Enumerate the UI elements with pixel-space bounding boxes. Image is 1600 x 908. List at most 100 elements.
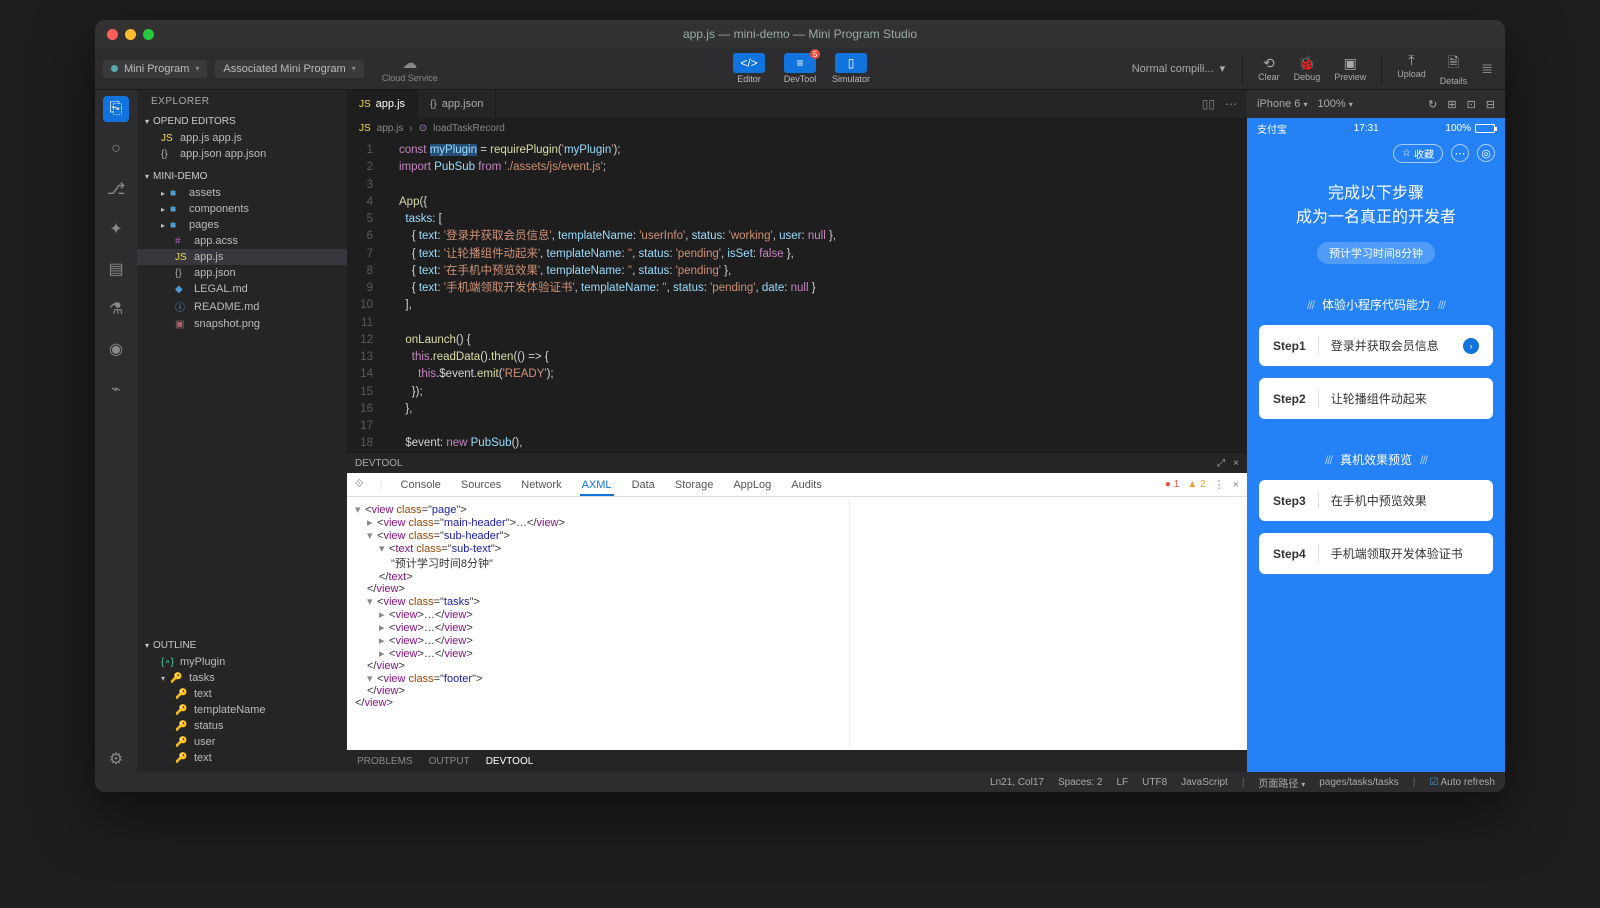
explorer-activity[interactable]: ⎘	[103, 96, 129, 122]
maximize-icon[interactable]: ⤢	[1217, 458, 1225, 469]
device-dropdown[interactable]: iPhone 6 ▾	[1257, 98, 1308, 110]
open-editors-header[interactable]: ▾ OPEND EDITORS	[137, 113, 347, 130]
dtab-storage[interactable]: Storage	[673, 479, 716, 491]
dtab-applog[interactable]: AppLog	[731, 479, 773, 491]
outline-header[interactable]: ▾ OUTLINE	[137, 637, 347, 654]
upload-button[interactable]: ⤒Upload	[1391, 52, 1432, 86]
phone-content: 完成以下步骤 成为一名真正的开发者 预计学习时间8分钟 体验小程序代码能力 St…	[1247, 168, 1505, 772]
folder-pages[interactable]: ▸■pages	[137, 217, 347, 233]
info-icon: ⓘ	[175, 299, 189, 314]
outline-item[interactable]: 🔑text	[137, 686, 347, 702]
settings-icon[interactable]: ⊡	[1467, 98, 1476, 111]
simulator-mode-button[interactable]: ▯ Simulator	[827, 53, 875, 84]
outline-item[interactable]: {∘}myPlugin	[137, 654, 347, 670]
close-window[interactable]	[107, 29, 118, 40]
folder-components[interactable]: ▸■components	[137, 201, 347, 217]
folder-assets[interactable]: ▸■assets	[137, 185, 347, 201]
bracket-activity[interactable]: ⌁	[103, 376, 129, 402]
close-icon[interactable]: ×	[1233, 479, 1239, 491]
file-app-js[interactable]: JSapp.js	[137, 249, 347, 265]
editor-mode-button[interactable]: </> Editor	[725, 53, 773, 84]
open-editor-item[interactable]: JSapp.js app.js	[137, 130, 347, 146]
step-card-2[interactable]: Step2 让轮播组件动起来	[1259, 378, 1493, 419]
outline-item[interactable]: ▾🔑tasks	[137, 670, 347, 686]
outline-item[interactable]: 🔑text	[137, 750, 347, 766]
file-app-json[interactable]: {}app.json	[137, 265, 347, 281]
more-button[interactable]: ⋯	[1451, 144, 1469, 162]
more-icon[interactable]: ⋯	[1225, 97, 1237, 111]
file-legal[interactable]: ◆LEGAL.md	[137, 281, 347, 297]
dtab-axml[interactable]: AXML	[580, 479, 614, 496]
compile-mode-dropdown[interactable]: Normal compili... ▾	[1124, 60, 1233, 77]
dtab-sources[interactable]: Sources	[459, 479, 503, 491]
step-card-4[interactable]: Step4 手机端领取开发体验证书	[1259, 533, 1493, 574]
warning-count[interactable]: ▲ 2	[1187, 479, 1205, 490]
grid-icon[interactable]: ⊞	[1447, 98, 1456, 111]
axml-tree[interactable]: ▾<view class="page"> ▸<view class="main-…	[347, 497, 849, 750]
language-setting[interactable]: JavaScript	[1181, 777, 1228, 788]
associated-program-dropdown[interactable]: Associated Mini Program ▾	[215, 60, 363, 78]
cursor-pos[interactable]: Ln21, Col17	[990, 777, 1044, 788]
btab-problems[interactable]: PROBLEMS	[357, 756, 413, 767]
dtab-network[interactable]: Network	[519, 479, 563, 491]
route-path[interactable]: pages/tasks/tasks	[1319, 777, 1398, 788]
file-snapshot[interactable]: ▣snapshot.png	[137, 316, 347, 332]
file-readme[interactable]: ⓘREADME.md	[137, 297, 347, 316]
settings-activity[interactable]: ⚙	[103, 746, 129, 772]
database-activity[interactable]: ▤	[103, 256, 129, 282]
details-button[interactable]: 🗎Details	[1434, 52, 1474, 86]
preview-button[interactable]: ▣Preview	[1328, 55, 1372, 82]
zoom-dropdown[interactable]: 100% ▾	[1318, 98, 1353, 110]
json-icon: {}	[175, 268, 189, 279]
tab-app-json[interactable]: {}app.json	[418, 90, 496, 118]
dtab-console[interactable]: Console	[399, 479, 443, 491]
encoding-setting[interactable]: UTF8	[1142, 777, 1167, 788]
test-activity[interactable]: ⚗	[103, 296, 129, 322]
tab-app-js[interactable]: JSapp.js	[347, 90, 418, 118]
sync-activity[interactable]: ◉	[103, 336, 129, 362]
step-card-3[interactable]: Step3 在手机中预览效果	[1259, 480, 1493, 521]
close-button[interactable]: ◎	[1477, 144, 1495, 162]
outline-item[interactable]: 🔑user	[137, 734, 347, 750]
clear-button[interactable]: ⟲Clear	[1252, 55, 1286, 82]
phone-preview[interactable]: 支付宝 17:31 100% ☆ 收藏 ⋯ ◎ 完成以下步骤 成为一名真正的开发…	[1247, 118, 1505, 772]
devtool-mode-button[interactable]: ≡5 DevTool	[776, 53, 824, 84]
minimize-window[interactable]	[125, 29, 136, 40]
collapse-icon[interactable]: ⊟	[1486, 98, 1495, 111]
maximize-window[interactable]	[143, 29, 154, 40]
open-editor-item[interactable]: {}app.json app.json	[137, 146, 347, 162]
outline-item[interactable]: 🔑templateName	[137, 702, 347, 718]
eol-setting[interactable]: LF	[1116, 777, 1128, 788]
indent-setting[interactable]: Spaces: 2	[1058, 777, 1102, 788]
code-editor[interactable]: 123456789101112131415161718192021222324 …	[347, 138, 1247, 452]
close-icon[interactable]: ×	[1233, 458, 1239, 469]
split-icon[interactable]: ▯▯	[1202, 97, 1215, 111]
code-content[interactable]: const myPlugin = requirePlugin('myPlugin…	[387, 138, 1247, 452]
search-activity[interactable]: ○	[103, 136, 129, 162]
auto-refresh-toggle[interactable]: ☑ Auto refresh	[1429, 777, 1495, 788]
breadcrumb[interactable]: JS app.js › ⊙ loadTaskRecord	[347, 118, 1247, 138]
refresh-icon[interactable]: ↻	[1428, 98, 1437, 111]
outline-item[interactable]: 🔑status	[137, 718, 347, 734]
git-activity[interactable]: ⎇	[103, 176, 129, 202]
inspector-icon[interactable]: ⟐	[355, 478, 364, 491]
dtab-data[interactable]: Data	[630, 479, 657, 491]
error-count[interactable]: ● 1	[1165, 479, 1179, 490]
step-card-1[interactable]: Step1 登录并获取会员信息 ›	[1259, 325, 1493, 366]
project-header[interactable]: ▾ MINI-DEMO	[137, 168, 347, 185]
extensions-activity[interactable]: ✦	[103, 216, 129, 242]
kebab-icon[interactable]: ⋮	[1214, 478, 1225, 491]
cloud-label: Cloud Service	[382, 73, 438, 83]
key-icon: 🔑	[170, 673, 184, 684]
btab-devtool[interactable]: DEVTOOL	[486, 756, 534, 767]
dtab-audits[interactable]: Audits	[789, 479, 824, 491]
debug-button[interactable]: 🐞Debug	[1288, 55, 1327, 82]
route-label[interactable]: 页面路径 ▾	[1258, 775, 1305, 790]
btab-output[interactable]: OUTPUT	[429, 756, 470, 767]
mini-program-dropdown[interactable]: Mini Program ▾	[103, 60, 207, 78]
preview-icon: ▣	[1344, 55, 1357, 72]
more-icon[interactable]: ≣	[1477, 60, 1497, 77]
favorite-button[interactable]: ☆ 收藏	[1393, 144, 1443, 163]
cloud-service-button[interactable]: ☁ Cloud Service	[382, 54, 438, 83]
file-app-acss[interactable]: #app.acss	[137, 233, 347, 249]
